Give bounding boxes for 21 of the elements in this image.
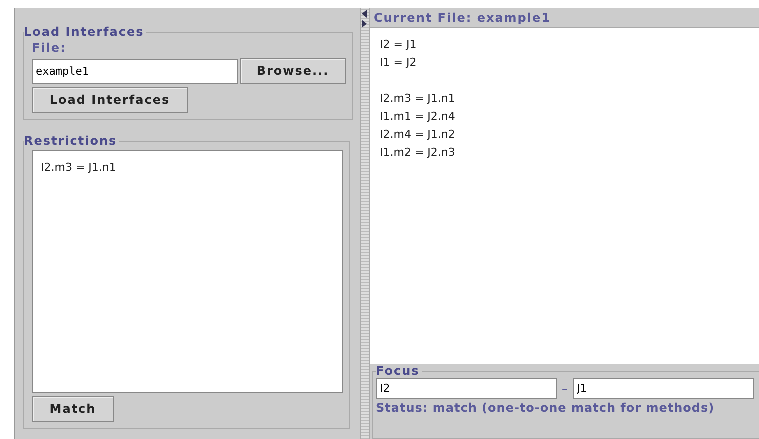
file-text-area[interactable]: I2 = J1 I1 = J2 I2.m3 = J1.n1 I1.m1 = J2.n4 I2.m4 = J1.n2 I1.m2 = J2.n3 xyxy=(370,28,759,364)
file-field[interactable]: example1 xyxy=(32,58,238,84)
file-line: I2 = J1 xyxy=(380,38,418,53)
file-line: I1.m2 = J2.n3 xyxy=(380,146,456,161)
file-line: I1 = J2 xyxy=(380,56,418,71)
load-interfaces-button[interactable]: Load Interfaces xyxy=(32,87,188,113)
file-label: File: xyxy=(32,41,68,55)
group-title: Restrictions xyxy=(24,134,118,148)
file-line: I2.m4 = J1.n2 xyxy=(380,128,456,143)
match-button[interactable]: Match xyxy=(32,396,114,422)
file-line: I1.m1 = J2.n4 xyxy=(380,110,456,125)
restrictions-area[interactable]: I2.m3 = J1.n1 xyxy=(32,150,343,393)
group-title: Focus xyxy=(376,364,421,378)
file-line: I2.m3 = J1.n1 xyxy=(380,92,456,107)
group-title: Load Interfaces xyxy=(24,25,146,39)
browse-button[interactable]: Browse... xyxy=(240,58,346,84)
status-text: Status: match (one-to-one match for methods) xyxy=(376,401,716,415)
file-title: Current File: example1 xyxy=(374,10,551,24)
separator-text: – xyxy=(561,382,569,396)
left-focus-field[interactable]: I2 xyxy=(376,378,557,399)
restriction-text: I2.m3 = J1.n1 xyxy=(41,161,118,176)
